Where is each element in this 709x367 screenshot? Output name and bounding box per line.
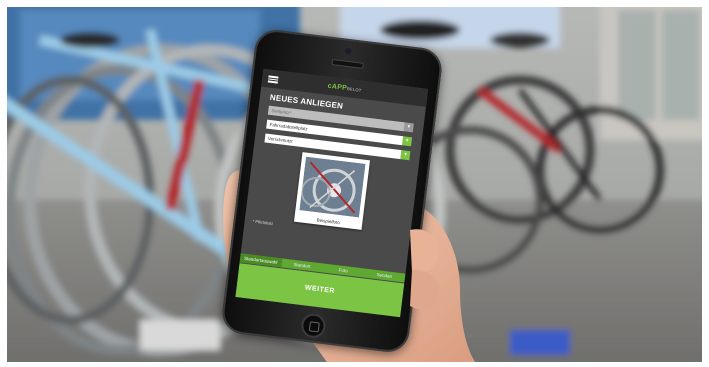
app-screen: cAPPBELOT NEUES ANLIEGEN Stellplatz* ▾ F… [235,68,429,318]
bicycle-thumbnail-image [299,156,366,218]
example-photo[interactable]: Beispielfoto [293,152,371,230]
front-camera [344,47,352,55]
logo-main: cAPP [327,82,348,92]
logo-sub: BELOT [346,85,362,93]
smartphone: cAPPBELOT NEUES ANLIEGEN Stellplatz* ▾ F… [220,27,444,355]
chevron-down-icon: ▾ [400,150,411,161]
home-button[interactable] [300,312,327,340]
chevron-down-icon: ▾ [402,136,413,147]
chevron-down-icon: ▾ [403,122,414,133]
earpiece-speaker [331,59,364,69]
photo-scene: cAPPBELOT NEUES ANLIEGEN Stellplatz* ▾ F… [0,0,709,367]
